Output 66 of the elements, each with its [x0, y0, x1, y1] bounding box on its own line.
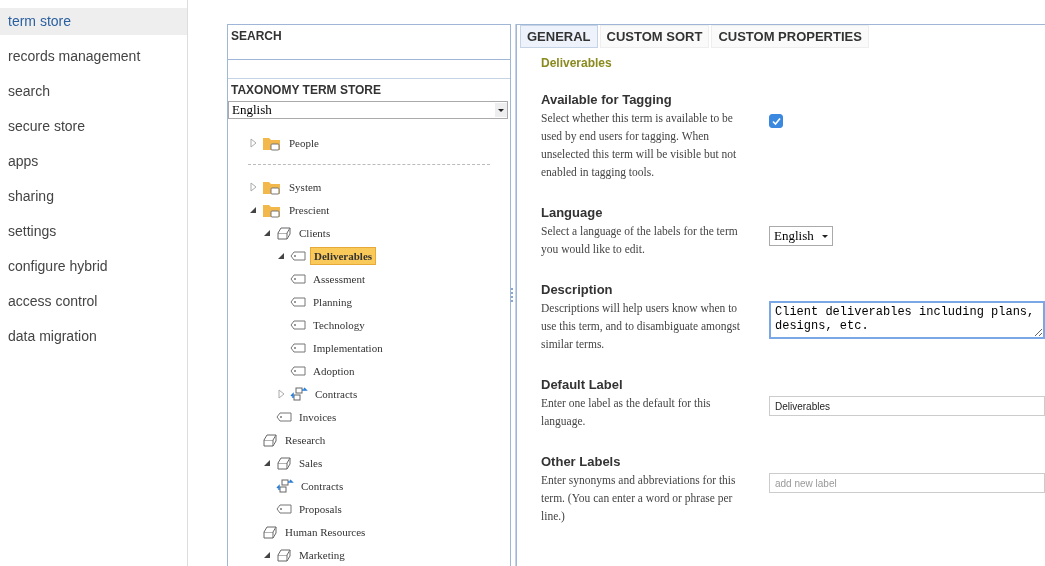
- tree-item[interactable]: Research: [282, 431, 329, 448]
- tree-item[interactable]: Proposals: [296, 500, 345, 517]
- label-field[interactable]: Deliverables: [769, 396, 1045, 416]
- sidebar-item[interactable]: data migration: [0, 323, 187, 350]
- section-title: Default Label: [541, 377, 624, 392]
- resize-handle-icon[interactable]: [511, 288, 514, 302]
- sidebar-item[interactable]: term store: [0, 8, 187, 35]
- language-dropdown[interactable]: English: [228, 101, 508, 119]
- tree-item[interactable]: Prescient: [286, 201, 333, 218]
- tree-item[interactable]: Assessment: [310, 270, 368, 287]
- description-field[interactable]: Client deliverables including plans, designs, etc.: [769, 301, 1045, 339]
- help-text: Descriptions will help users know when to use this term, and to disambiguate amongst similar terms.: [541, 301, 741, 352]
- tree-item[interactable]: Clients: [296, 224, 334, 241]
- tab[interactable]: CUSTOM PROPERTIES: [711, 25, 869, 48]
- tree-item[interactable]: Invoices: [296, 408, 340, 425]
- checkbox[interactable]: [769, 114, 783, 128]
- tree-item[interactable]: Human Resources: [282, 523, 369, 540]
- tab[interactable]: CUSTOM SORT: [599, 25, 710, 48]
- tree-item[interactable]: Implementation: [310, 339, 386, 356]
- tree-item[interactable]: Deliverables: [310, 246, 377, 265]
- tag-icon: [290, 250, 306, 261]
- section-title: Language: [541, 205, 604, 220]
- tree-item[interactable]: People: [286, 134, 322, 151]
- tag-icon: [290, 342, 306, 353]
- sidebar-item[interactable]: access control: [0, 288, 187, 315]
- sidebar-item[interactable]: search: [0, 78, 187, 105]
- section-title: Other Labels: [541, 454, 622, 469]
- tag-icon: [290, 365, 306, 376]
- sidebar-item[interactable]: apps: [0, 148, 187, 175]
- tree-item[interactable]: System: [286, 178, 325, 195]
- tag-icon: [276, 411, 292, 422]
- term-title: Deliverables: [541, 56, 613, 70]
- arrows-icon: [276, 477, 294, 494]
- tab[interactable]: GENERAL: [520, 25, 598, 48]
- section-title: Available for Tagging: [541, 92, 673, 107]
- tree-item[interactable]: Adoption: [310, 362, 358, 379]
- language-dropdown[interactable]: English: [769, 226, 833, 246]
- tree-item[interactable]: Planning: [310, 293, 356, 310]
- tag-icon: [276, 503, 292, 514]
- panel-title: SEARCH: [230, 28, 283, 45]
- help-text: Select whether this term is available to be used by end users for tagging. When unselected this term will be visible but not enabled in tagging tools.: [541, 111, 738, 181]
- sidebar-item[interactable]: sharing: [0, 183, 187, 210]
- tree-item[interactable]: Sales: [296, 454, 326, 471]
- sidebar-item[interactable]: records management: [0, 43, 187, 70]
- sidebar-item[interactable]: secure store: [0, 113, 187, 140]
- stack-icon: [262, 432, 278, 447]
- help-text: Enter one label as the default for this language.: [541, 396, 712, 430]
- tag-icon: [290, 273, 306, 284]
- tag-icon: [290, 319, 306, 330]
- tree-item[interactable]: Technology: [310, 316, 368, 333]
- sidebar-item[interactable]: configure hybrid: [0, 253, 187, 280]
- stack-icon: [262, 524, 278, 539]
- tree-item[interactable]: Contracts: [298, 477, 347, 494]
- tree-item[interactable]: Contracts: [312, 385, 361, 402]
- help-text: Select a language of the labels for the term you would like to edit.: [541, 224, 739, 258]
- section-title: Description: [541, 282, 614, 297]
- help-text: Enter synonyms and abbreviations for this term. (You can enter a word or phrase per line.): [541, 473, 737, 525]
- stack-icon: [276, 455, 292, 470]
- tree-item[interactable]: Marketing: [296, 546, 348, 563]
- stack-icon: [276, 225, 292, 240]
- arrows-icon: [290, 385, 308, 402]
- stack-icon: [276, 547, 292, 562]
- label-field[interactable]: add new label: [769, 473, 1045, 493]
- tag-icon: [290, 296, 306, 307]
- sidebar-item[interactable]: settings: [0, 218, 187, 245]
- panel-title: TAXONOMY TERM STORE: [230, 82, 382, 99]
